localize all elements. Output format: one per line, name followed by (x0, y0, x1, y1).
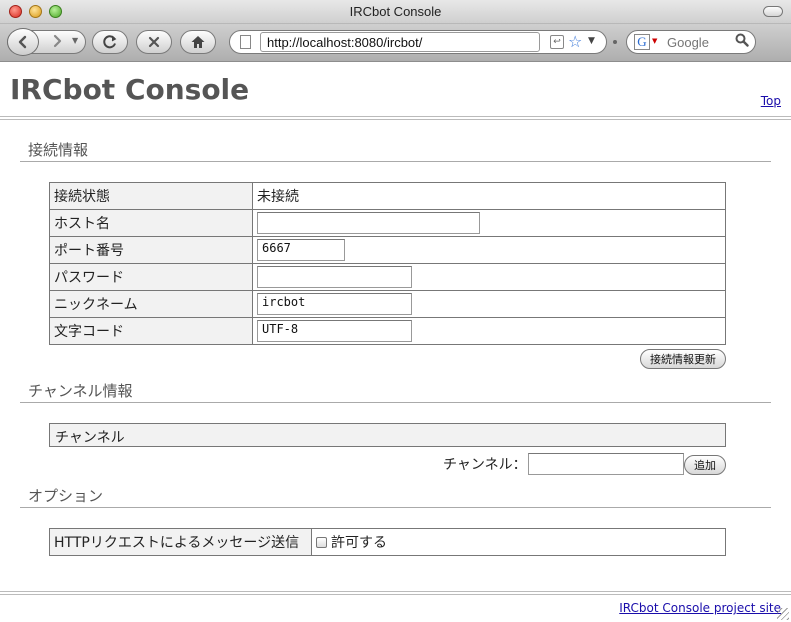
options-table: HTTPリクエストによるメッセージ送信 許可する (49, 528, 726, 556)
http-message-label: HTTPリクエストによるメッセージ送信 (49, 528, 312, 556)
header-divider (0, 116, 791, 120)
charset-label: 文字コード (49, 317, 253, 345)
table-row: 文字コード UTF-8 (49, 317, 726, 345)
connection-heading: 接続情報 (28, 141, 89, 159)
port-label: ポート番号 (49, 236, 253, 264)
search-engine-dropdown-icon[interactable]: ▼ (652, 37, 657, 45)
charset-cell: UTF-8 (252, 317, 726, 345)
history-dropdown-icon[interactable]: ▼ (72, 36, 78, 45)
browser-toolbar: ▼ http://localhost:8080/ircbot/ ↩ ☆ ▼ G … (0, 24, 791, 62)
port-input[interactable]: 6667 (257, 239, 345, 261)
allow-checkbox[interactable] (316, 537, 327, 548)
page-title: IRCbot Console (10, 73, 250, 106)
home-button[interactable] (180, 30, 216, 54)
search-input[interactable] (661, 34, 731, 51)
allow-label[interactable]: 許可する (331, 535, 387, 551)
toolbar-toggle-button[interactable] (763, 6, 783, 17)
magnifier-icon[interactable] (735, 33, 749, 51)
window-titlebar: IRCbot Console (0, 0, 791, 24)
table-row: パスワード (49, 263, 726, 291)
password-cell (252, 263, 726, 291)
hostname-cell (252, 209, 726, 237)
connection-table: 接続状態 未接続 ホスト名 ポート番号 6667 パスワード ニックネーム ir… (49, 182, 726, 345)
status-value: 未接続 (252, 182, 726, 210)
http-message-cell: 許可する (311, 528, 726, 556)
home-icon (191, 36, 205, 48)
reload-icon (103, 35, 117, 49)
channel-rule (20, 402, 771, 403)
hostname-input[interactable] (257, 212, 480, 234)
search-box: G ▼ (626, 30, 756, 54)
window-title: IRCbot Console (349, 4, 442, 19)
channel-table-header: チャンネル (49, 423, 726, 447)
password-input[interactable] (257, 266, 412, 288)
channel-input[interactable] (528, 453, 684, 475)
status-label: 接続状態 (49, 182, 253, 210)
resize-grip-icon[interactable] (777, 608, 789, 620)
channel-input-label: チャンネル： (443, 457, 527, 473)
star-icon[interactable]: ☆ (568, 32, 582, 51)
snapback-icon[interactable]: ↩ (550, 35, 564, 49)
nickname-cell: ircbot (252, 290, 726, 318)
stop-button[interactable] (136, 30, 172, 54)
table-row: ニックネーム ircbot (49, 290, 726, 318)
stop-icon (148, 36, 160, 48)
table-row: HTTPリクエストによるメッセージ送信 許可する (49, 528, 726, 556)
url-dropdown-icon[interactable]: ▼ (588, 36, 595, 46)
back-button[interactable] (7, 28, 39, 56)
url-input[interactable]: http://localhost:8080/ircbot/ (260, 32, 540, 52)
back-forward-group: ▼ (7, 28, 86, 56)
hostname-label: ホスト名 (49, 209, 253, 237)
project-site-link[interactable]: IRCbot Console project site (619, 601, 781, 615)
back-arrow-icon (18, 35, 27, 49)
table-row: ホスト名 (49, 209, 726, 237)
nickname-input[interactable]: ircbot (257, 293, 412, 315)
google-icon[interactable]: G (634, 34, 650, 50)
table-row: ポート番号 6667 (49, 236, 726, 264)
toolbar-separator-dot (613, 40, 617, 44)
address-bar: http://localhost:8080/ircbot/ ↩ ☆ ▼ (229, 30, 607, 54)
connection-rule (20, 161, 771, 162)
options-rule (20, 507, 771, 508)
password-label: パスワード (49, 263, 253, 291)
forward-button[interactable] (52, 34, 64, 51)
page-content: IRCbot Console Top 接続情報 接続状態 未接続 ホスト名 ポー… (0, 63, 791, 622)
footer-divider (0, 591, 791, 595)
charset-input[interactable]: UTF-8 (257, 320, 412, 342)
page-icon (240, 35, 251, 49)
top-link[interactable]: Top (761, 94, 781, 108)
update-connection-button[interactable]: 接続情報更新 (640, 349, 726, 369)
port-cell: 6667 (252, 236, 726, 264)
nickname-label: ニックネーム (49, 290, 253, 318)
reload-button[interactable] (92, 30, 128, 54)
table-row: 接続状態 未接続 (49, 182, 726, 210)
channel-heading: チャンネル情報 (28, 382, 133, 400)
options-heading: オプション (28, 487, 104, 505)
add-channel-button[interactable]: 追加 (684, 455, 726, 475)
forward-arrow-icon (53, 34, 62, 48)
